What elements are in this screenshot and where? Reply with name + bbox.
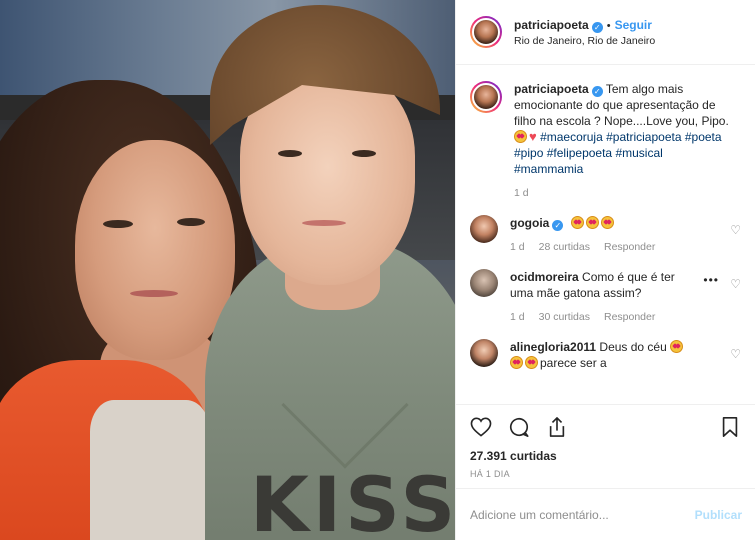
caption-time[interactable]: 1 d xyxy=(514,185,529,201)
more-options-icon[interactable]: ••• xyxy=(703,273,719,287)
commenter-avatar[interactable] xyxy=(470,269,498,297)
caption-username[interactable]: patriciapoeta xyxy=(514,82,589,96)
hashtag[interactable]: #felipepoeta xyxy=(547,146,612,160)
comment-item: alinegloria2011 Deus do céu parece ser a… xyxy=(470,339,741,371)
reply-button[interactable]: Responder xyxy=(604,239,655,255)
woman-shirt xyxy=(90,400,210,540)
post-location[interactable]: Rio de Janeiro, Rio de Janeiro xyxy=(514,35,655,47)
hashtag[interactable]: #musical xyxy=(615,146,662,160)
comment-bubble-icon[interactable] xyxy=(508,416,530,438)
comment-like-heart-icon[interactable]: ♡ xyxy=(730,277,741,291)
comment-like-heart-icon[interactable]: ♡ xyxy=(730,347,741,361)
heart-eyes-emoji-icon xyxy=(525,356,538,369)
commenter-username[interactable]: alinegloria2011 xyxy=(510,340,596,354)
commenter-avatar[interactable] xyxy=(470,339,498,367)
verified-badge-icon: ✓ xyxy=(591,21,603,33)
likes-count[interactable]: 27.391 curtidas xyxy=(456,449,755,463)
comment-text-continued: parece ser a xyxy=(540,356,607,370)
commenter-avatar[interactable] xyxy=(470,215,498,243)
publish-button[interactable]: Publicar xyxy=(695,508,742,522)
post-header: patriciapoeta ✓ • Seguir Rio de Janeiro, Ri… xyxy=(456,0,755,65)
verified-badge-icon: ✓ xyxy=(591,86,603,97)
comment-like-heart-icon[interactable]: ♡ xyxy=(730,223,741,237)
caption-entry: patriciapoeta ✓ Tem algo mais emocionante… xyxy=(470,81,741,201)
add-comment-bar: Adicione um comentário... Publicar xyxy=(456,488,755,540)
commenter-username[interactable]: gogoia xyxy=(510,216,549,230)
comment-time[interactable]: 1 d xyxy=(510,309,525,325)
shirt-print-text: KISS xyxy=(250,460,455,540)
red-heart-emoji-icon: ♥ xyxy=(529,129,537,144)
heart-eyes-emoji-icon xyxy=(510,356,523,369)
post-actions-bar xyxy=(456,405,755,449)
comment-item: ocidmoreira Como é que é ter uma mãe gat… xyxy=(470,269,741,325)
commenter-username[interactable]: ocidmoreira xyxy=(510,270,579,284)
post-time-ago[interactable]: HÁ 1 DIA xyxy=(456,463,755,479)
comment-likes[interactable]: 30 curtidas xyxy=(539,309,590,325)
separator-dot: • xyxy=(606,19,611,32)
post-side-panel: patriciapoeta ✓ • Seguir Rio de Janeiro, Ri… xyxy=(455,0,755,540)
heart-outline-icon[interactable] xyxy=(470,416,492,438)
heart-eyes-emoji-icon xyxy=(514,130,527,143)
heart-eyes-emoji-icon xyxy=(669,340,683,353)
heart-eyes-emoji-icon xyxy=(570,216,584,229)
hashtag[interactable]: #patriciapoeta xyxy=(606,130,681,144)
comment-item: gogoia ✓ 1 d 28 curtidas Responder ♡ xyxy=(470,215,741,255)
comment-time[interactable]: 1 d xyxy=(510,239,525,255)
comment-likes[interactable]: 28 curtidas xyxy=(539,239,590,255)
hashtag[interactable]: #mammamia xyxy=(514,162,583,176)
hashtag[interactable]: #maecoruja xyxy=(540,130,603,144)
reply-button[interactable]: Responder xyxy=(604,309,655,325)
share-icon[interactable] xyxy=(546,416,568,438)
bookmark-icon[interactable] xyxy=(719,416,741,438)
woman-face xyxy=(75,140,235,360)
heart-eyes-emoji-icon xyxy=(585,216,599,229)
comments-list[interactable]: patriciapoeta ✓ Tem algo mais emocionante… xyxy=(456,65,755,405)
author-avatar[interactable] xyxy=(470,16,502,48)
comment-text: Deus do céu xyxy=(599,340,667,354)
comment-input[interactable]: Adicione um comentário... xyxy=(470,508,609,522)
verified-badge-icon: ✓ xyxy=(552,220,564,231)
author-username[interactable]: patriciapoeta xyxy=(514,18,589,32)
post-photo[interactable]: KISS xyxy=(0,0,455,540)
hashtag[interactable]: #pipo xyxy=(514,146,543,160)
hashtag[interactable]: #poeta xyxy=(685,130,722,144)
caption-avatar[interactable] xyxy=(470,81,502,113)
heart-eyes-emoji-icon xyxy=(600,216,614,229)
follow-button[interactable]: Seguir xyxy=(615,18,652,32)
